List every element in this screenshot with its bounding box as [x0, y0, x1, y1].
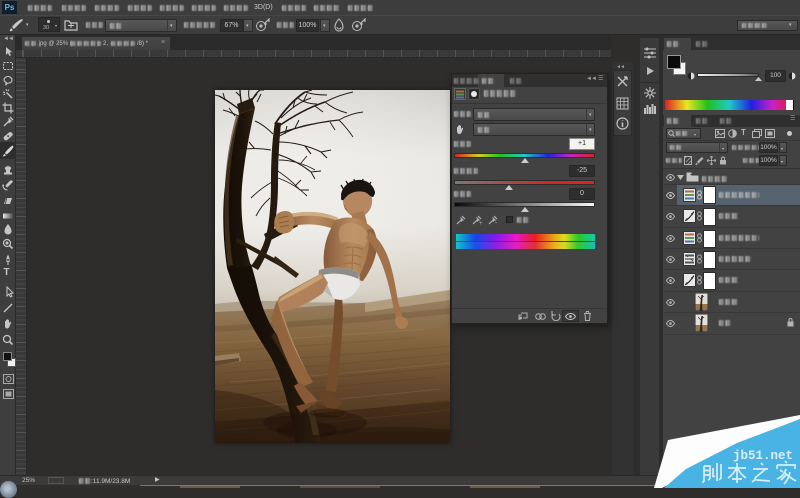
- svg-text:+: +: [479, 221, 483, 225]
- svg-text:-: -: [495, 220, 498, 225]
- svg-text:jb51.net: jb51.net: [733, 449, 793, 463]
